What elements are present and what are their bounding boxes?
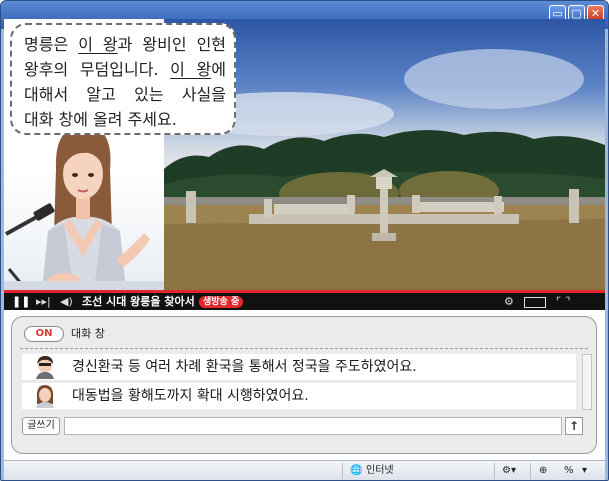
chat-message: 대동법을 황해도까지 확대 시행하였어요.	[22, 383, 576, 409]
video-title: 조선 시대 왕릉을 찾아서	[82, 295, 195, 308]
video-player: 명릉은 이 왕과 왕비인 인현 왕후의 무덤입니다. 이 왕에 대해서 알고 있…	[4, 19, 605, 310]
status-bar: 🌐 인터넷 ⚙▾ ⊕ % ▾	[4, 460, 605, 480]
boy-avatar-icon	[36, 356, 54, 379]
player-controls: ❚❚ ▸▸| ◀) 조선 시대 왕릉을 찾아서 생방송 중 ⚙ ⌜⌝	[4, 290, 605, 310]
chat-title: 대화 창	[71, 327, 105, 340]
bubble-text-2b: 에	[211, 60, 226, 79]
chat-message-text: 경신환국 등 여러 차례 환국을 통해서 정국을 주도하였어요.	[72, 359, 417, 375]
bubble-text-3: 대해서 알고 있는 사실을	[24, 85, 226, 104]
chat-panel: ON 대화 창 경신환국 등 여러 차례 환국을 통해서 정국을 주도하였어요.	[11, 316, 597, 454]
volume-icon[interactable]: ◀)	[60, 295, 73, 309]
theater-mode-icon[interactable]	[524, 297, 546, 308]
bubble-underlined-2: 이 왕	[170, 60, 212, 79]
write-button[interactable]: 글쓰기	[22, 417, 60, 435]
girl-avatar-icon	[36, 385, 54, 408]
status-separator	[494, 463, 495, 479]
pause-icon[interactable]: ❚❚	[12, 295, 30, 309]
skip-forward-icon[interactable]: ▸▸|	[36, 295, 51, 309]
protected-mode-icon[interactable]: ⚙▾	[502, 463, 516, 479]
bubble-text-1a: 명릉은	[24, 35, 79, 54]
send-button[interactable]: ↑	[565, 417, 583, 435]
chat-divider	[20, 348, 588, 349]
chat-input[interactable]	[64, 417, 562, 435]
zoom-icon[interactable]: ⊕	[539, 463, 547, 479]
speech-bubble: 명릉은 이 왕과 왕비인 인현 왕후의 무덤입니다. 이 왕에 대해서 알고 있…	[10, 23, 236, 135]
zoom-level[interactable]: %	[564, 463, 574, 479]
security-zone-label: 인터넷	[366, 465, 394, 476]
status-separator	[342, 463, 343, 479]
page-content: 명릉은 이 왕과 왕비인 인현 왕후의 무덤입니다. 이 왕에 대해서 알고 있…	[4, 19, 605, 470]
status-separator	[530, 463, 531, 479]
bubble-text-4: 대화 창에 올려 주세요.	[24, 110, 177, 129]
fullscreen-icon[interactable]: ⌜⌝	[556, 295, 574, 309]
bubble-text-1b: 과 왕비인 인현	[117, 35, 227, 54]
zoom-dropdown-icon[interactable]: ▾	[582, 463, 587, 479]
chat-scrollbar[interactable]	[582, 354, 592, 410]
bubble-underlined-1: 이 왕	[78, 35, 118, 54]
live-badge: 생방송 중	[199, 296, 244, 308]
chat-on-toggle[interactable]: ON	[24, 326, 64, 342]
settings-gear-icon[interactable]: ⚙	[504, 295, 514, 309]
chat-message: 경신환국 등 여러 차례 환국을 통해서 정국을 주도하였어요.	[22, 354, 576, 380]
browser-window: ▭ ▢ ✕ 명릉은 이 왕과 왕비인 인현 왕후의 무덤입니다. 이 왕에 대해…	[0, 0, 609, 481]
chat-message-text: 대동법을 황해도까지 확대 시행하였어요.	[72, 388, 309, 404]
internet-zone-icon: 🌐	[350, 465, 363, 476]
bubble-text-2a: 왕후의 무덤입니다.	[24, 60, 171, 79]
